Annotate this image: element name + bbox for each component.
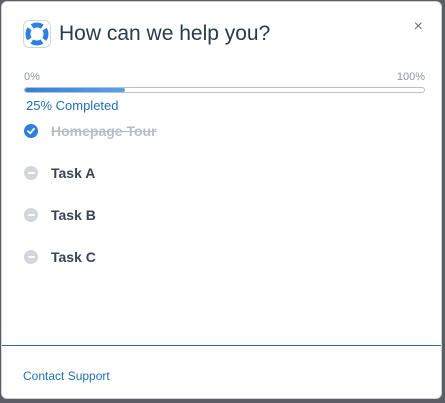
task-item-label: Homepage Tour bbox=[51, 123, 157, 139]
checkmark-circle-icon bbox=[24, 124, 38, 138]
task-item-label: Task C bbox=[51, 249, 96, 265]
help-panel-title: How can we help you? bbox=[59, 22, 271, 45]
contact-support-link[interactable]: Contact Support bbox=[23, 369, 110, 383]
progress-status-text: 25% Completed bbox=[26, 98, 119, 113]
help-panel: How can we help you? × 0% 100% 25% Compl… bbox=[1, 1, 442, 399]
progress-max-label: 100% bbox=[396, 71, 425, 83]
task-item-homepage-tour[interactable]: Homepage Tour bbox=[24, 121, 157, 141]
task-item-label: Task A bbox=[51, 165, 96, 181]
help-panel-header: How can we help you? × bbox=[2, 2, 441, 62]
minus-circle-icon bbox=[24, 208, 38, 222]
footer-divider bbox=[2, 345, 441, 346]
minus-circle-icon bbox=[24, 166, 38, 180]
task-item-task-c[interactable]: Task C bbox=[24, 247, 96, 267]
task-item-task-a[interactable]: Task A bbox=[24, 163, 95, 183]
task-item-label: Task B bbox=[51, 207, 96, 223]
minus-circle-icon bbox=[24, 250, 38, 264]
progress-min-label: 0% bbox=[24, 71, 40, 83]
close-icon[interactable]: × bbox=[414, 19, 423, 35]
lifebuoy-logo-icon bbox=[23, 20, 51, 48]
progress-bar bbox=[24, 87, 425, 93]
task-item-task-b[interactable]: Task B bbox=[24, 205, 96, 225]
progress-bar-fill bbox=[25, 88, 125, 92]
